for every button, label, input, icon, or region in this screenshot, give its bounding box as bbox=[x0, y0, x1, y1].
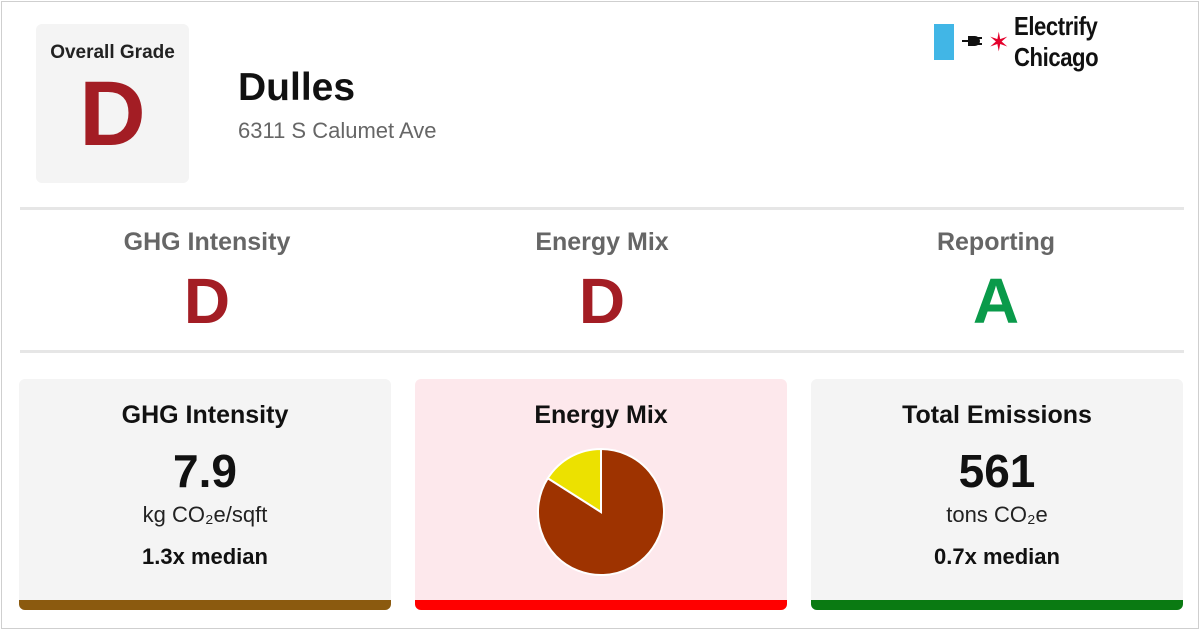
subgrade-ghg-intensity: GHG Intensity D bbox=[10, 228, 404, 333]
card-ghg-intensity: GHG Intensity 7.9 kg CO₂e/sqft 1.3x medi… bbox=[19, 379, 391, 610]
total-emissions-unit: tons CO₂e bbox=[946, 502, 1048, 527]
overall-grade-letter: D bbox=[79, 63, 146, 165]
total-emissions-median: 0.7x median bbox=[934, 544, 1060, 569]
card-title: Total Emissions bbox=[902, 401, 1092, 429]
building-name: Dulles bbox=[238, 66, 356, 109]
subgrade-letter: D bbox=[183, 265, 231, 337]
electrify-chicago-logo[interactable]: ✶ Electrify Chicago bbox=[934, 11, 1198, 72]
ghg-intensity-unit: kg CO₂e/sqft bbox=[142, 502, 268, 527]
overall-grade-label: Overall Grade bbox=[50, 42, 175, 63]
share-card: Overall Grade D Dulles 6311 S Calumet Av… bbox=[1, 1, 1199, 629]
ghg-intensity-median: 1.3x median bbox=[142, 544, 268, 569]
subgrade-letter: D bbox=[578, 265, 626, 337]
logo-text: Electrify Chicago bbox=[1013, 11, 1099, 72]
plug-icon bbox=[961, 32, 984, 53]
total-emissions-value: 561 bbox=[958, 445, 1036, 497]
card-accent-bar bbox=[811, 600, 1183, 610]
subgrade-energy-mix: Energy Mix D bbox=[405, 228, 799, 333]
card-title: Energy Mix bbox=[534, 401, 668, 429]
subgrade-title: Reporting bbox=[936, 228, 1056, 256]
card-accent-bar bbox=[19, 600, 391, 610]
building-address: 6311 S Calumet Ave bbox=[238, 118, 437, 143]
card-energy-mix: Energy Mix bbox=[415, 379, 787, 610]
energy-mix-pie-chart bbox=[537, 447, 665, 576]
divider-top bbox=[20, 207, 1184, 210]
card-accent-bar bbox=[415, 600, 787, 610]
ghg-intensity-value: 7.9 bbox=[173, 445, 237, 497]
subgrade-reporting: Reporting A bbox=[799, 228, 1193, 333]
overall-grade-box: Overall Grade D bbox=[36, 24, 189, 183]
subgrade-title: Energy Mix bbox=[535, 228, 669, 256]
chicago-flag-stripe bbox=[934, 24, 954, 60]
card-total-emissions: Total Emissions 561 tons CO₂e 0.7x media… bbox=[811, 379, 1183, 610]
subgrade-title: GHG Intensity bbox=[123, 228, 291, 256]
subgrade-letter: A bbox=[972, 265, 1020, 337]
card-title: GHG Intensity bbox=[121, 401, 289, 429]
divider-middle bbox=[20, 350, 1184, 353]
chicago-star-icon: ✶ bbox=[987, 27, 1010, 57]
